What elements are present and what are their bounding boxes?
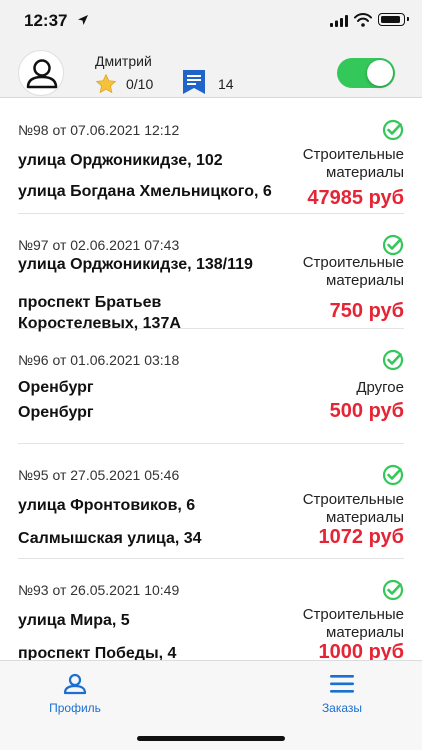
orders-count: 14 bbox=[218, 76, 234, 92]
menu-list-icon bbox=[330, 675, 354, 693]
tab-profile-label: Профиль bbox=[49, 701, 101, 715]
check-circle-icon bbox=[382, 234, 404, 256]
status-bar: 12:37 bbox=[0, 0, 422, 44]
order-price: 1072 руб bbox=[318, 526, 404, 548]
order-number-date: №96 от 01.06.2021 03:18 bbox=[18, 352, 180, 368]
bookmark-orders-icon bbox=[183, 70, 205, 94]
user-name: Дмитрий bbox=[95, 53, 152, 69]
status-time: 12:37 bbox=[24, 11, 68, 30]
order-item[interactable]: №98 от 07.06.2021 12:12 улица Орджоникид… bbox=[18, 99, 404, 214]
order-to-address: проспект Победы, 4 bbox=[18, 645, 177, 660]
order-category: Строительные материалы bbox=[302, 491, 404, 526]
order-price: 500 руб bbox=[329, 400, 404, 422]
order-number-date: №98 от 07.06.2021 12:12 bbox=[18, 122, 180, 138]
online-toggle[interactable] bbox=[337, 58, 395, 88]
toggle-knob bbox=[367, 60, 393, 86]
order-from-address: улица Мира, 5 bbox=[18, 612, 130, 629]
order-price: 1000 руб bbox=[318, 641, 404, 660]
home-indicator[interactable] bbox=[137, 736, 285, 741]
order-from-address: улица Орджоникидзе, 138/119 bbox=[18, 256, 253, 273]
tab-orders-label: Заказы bbox=[321, 701, 363, 715]
check-circle-icon bbox=[382, 579, 404, 601]
order-to-address: Салмышская улица, 34 bbox=[18, 530, 202, 547]
order-item[interactable]: №97 от 02.06.2021 07:43 улица Орджоникид… bbox=[18, 214, 404, 332]
profile-tab-icon bbox=[63, 673, 87, 695]
check-circle-icon bbox=[382, 464, 404, 486]
avatar[interactable] bbox=[18, 50, 64, 96]
rating-value: 0/10 bbox=[126, 76, 154, 92]
orders-list[interactable]: №98 от 07.06.2021 12:12 улица Орджоникид… bbox=[0, 99, 422, 660]
order-from-address: Оренбург bbox=[18, 379, 94, 396]
tab-orders[interactable]: Заказы bbox=[282, 673, 402, 715]
battery-icon bbox=[378, 13, 409, 26]
order-category: Строительные материалы bbox=[302, 146, 404, 181]
cellular-signal-icon bbox=[330, 15, 348, 27]
order-number-date: №95 от 27.05.2021 05:46 bbox=[18, 467, 180, 483]
order-from-address: улица Орджоникидзе, 102 bbox=[18, 152, 223, 169]
order-number-date: №97 от 02.06.2021 07:43 bbox=[18, 237, 180, 253]
order-category: Другое bbox=[356, 379, 404, 396]
order-item[interactable]: №95 от 27.05.2021 05:46 улица Фронтовико… bbox=[18, 444, 404, 559]
location-arrow-icon bbox=[78, 15, 88, 25]
check-circle-icon bbox=[382, 119, 404, 141]
order-item[interactable]: №96 от 01.06.2021 03:18 Оренбург Другое … bbox=[18, 329, 404, 444]
order-to-address: улица Богдана Хмельницкого, 6 bbox=[18, 183, 272, 200]
wifi-icon bbox=[354, 13, 372, 27]
order-price: 47985 руб bbox=[307, 187, 404, 209]
order-to-address: Оренбург bbox=[18, 404, 94, 421]
tab-profile[interactable]: Профиль bbox=[15, 673, 135, 715]
order-number-date: №93 от 26.05.2021 10:49 bbox=[18, 582, 180, 598]
check-circle-icon bbox=[382, 349, 404, 371]
order-category: Строительные материалы bbox=[302, 606, 404, 641]
star-icon bbox=[95, 73, 117, 94]
user-avatar-icon bbox=[26, 59, 58, 89]
order-price: 750 руб bbox=[329, 300, 404, 322]
order-to-address: проспект Братьев Коростелевых, 137А bbox=[18, 294, 181, 332]
order-category: Строительные материалы bbox=[302, 254, 404, 289]
order-item[interactable]: №93 от 26.05.2021 10:49 улица Мира, 5 Ст… bbox=[18, 559, 404, 660]
order-from-address: улица Фронтовиков, 6 bbox=[18, 497, 196, 514]
profile-header: Дмитрий 0/10 14 bbox=[0, 44, 422, 98]
